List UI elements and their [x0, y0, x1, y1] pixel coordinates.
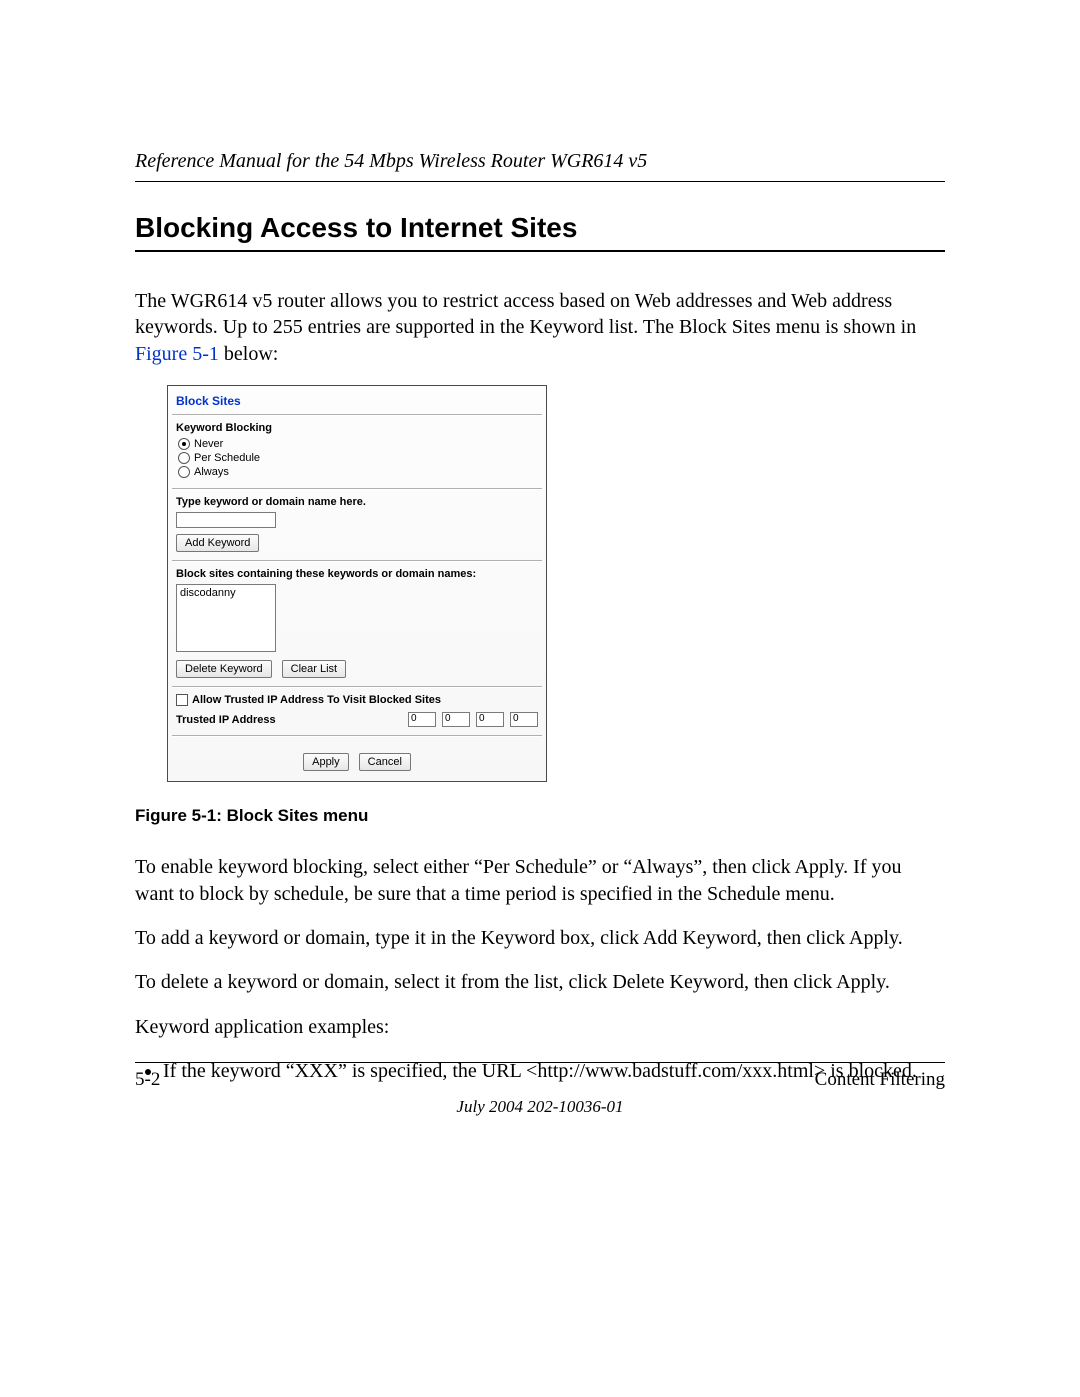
divider	[172, 488, 542, 490]
ip-octet-4[interactable]: 0	[510, 712, 538, 727]
figure-link[interactable]: Figure 5-1	[135, 343, 219, 365]
checkbox-icon	[176, 694, 188, 706]
add-keyword-section: Type keyword or domain name here. Add Ke…	[168, 496, 546, 560]
clear-list-button[interactable]: Clear List	[282, 660, 346, 678]
allow-trusted-label: Allow Trusted IP Address To Visit Blocke…	[192, 694, 441, 706]
intro-text-a: The WGR614 v5 router allows you to restr…	[135, 290, 916, 338]
list-item[interactable]: discodanny	[180, 587, 272, 599]
intro-text-b: below:	[224, 343, 278, 365]
document-page: Reference Manual for the 54 Mbps Wireles…	[0, 0, 1080, 1397]
trusted-ip-section: Allow Trusted IP Address To Visit Blocke…	[168, 694, 546, 735]
radio-label: Always	[194, 466, 229, 478]
running-header: Reference Manual for the 54 Mbps Wireles…	[135, 150, 945, 182]
allow-trusted-row[interactable]: Allow Trusted IP Address To Visit Blocke…	[176, 694, 538, 706]
radio-label: Never	[194, 438, 223, 450]
radio-label: Per Schedule	[194, 452, 260, 464]
block-sites-panel: Block Sites Keyword Blocking Never Per S…	[167, 385, 547, 782]
section-title: Blocking Access to Internet Sites	[135, 212, 945, 252]
trusted-ip-label: Trusted IP Address	[176, 714, 276, 726]
radio-icon	[178, 466, 190, 478]
add-keyword-button[interactable]: Add Keyword	[176, 534, 259, 552]
divider	[172, 686, 542, 688]
figure-container: Block Sites Keyword Blocking Never Per S…	[167, 385, 945, 782]
body-paragraph: To add a keyword or domain, type it in t…	[135, 925, 945, 951]
keyword-blocking-section: Keyword Blocking Never Per Schedule Alwa…	[168, 422, 546, 488]
body-paragraph: Keyword application examples:	[135, 1014, 945, 1040]
type-keyword-label: Type keyword or domain name here.	[176, 496, 538, 508]
divider	[172, 414, 542, 416]
list-label: Block sites containing these keywords or…	[176, 568, 538, 580]
action-button-row: Apply Cancel	[168, 743, 546, 781]
keyword-listbox[interactable]: discodanny	[176, 584, 276, 652]
body-paragraph: To delete a keyword or domain, select it…	[135, 969, 945, 995]
delete-keyword-button[interactable]: Delete Keyword	[176, 660, 272, 678]
page-footer: 5-2 Content Filtering July 2004 202-1003…	[135, 1062, 945, 1117]
keyword-input[interactable]	[176, 512, 276, 528]
cancel-button[interactable]: Cancel	[359, 753, 411, 771]
radio-always[interactable]: Always	[178, 466, 538, 478]
figure-caption: Figure 5-1: Block Sites menu	[135, 806, 945, 826]
ip-octet-3[interactable]: 0	[476, 712, 504, 727]
ip-octet-2[interactable]: 0	[442, 712, 470, 727]
divider	[172, 560, 542, 562]
apply-button[interactable]: Apply	[303, 753, 349, 771]
divider	[172, 735, 542, 737]
radio-icon	[178, 438, 190, 450]
ip-input-group: 0 0 0 0	[408, 712, 538, 727]
radio-icon	[178, 452, 190, 464]
footer-section-name: Content Filtering	[815, 1069, 945, 1091]
panel-title: Block Sites	[168, 386, 546, 414]
radio-per-schedule[interactable]: Per Schedule	[178, 452, 538, 464]
footer-date: July 2004 202-10036-01	[135, 1097, 945, 1117]
body-paragraph: To enable keyword blocking, select eithe…	[135, 854, 945, 907]
ip-octet-1[interactable]: 0	[408, 712, 436, 727]
radio-never[interactable]: Never	[178, 438, 538, 450]
intro-paragraph: The WGR614 v5 router allows you to restr…	[135, 288, 945, 367]
keyword-list-section: Block sites containing these keywords or…	[168, 568, 546, 686]
keyword-blocking-label: Keyword Blocking	[176, 422, 538, 434]
footer-page-number: 5-2	[135, 1069, 160, 1091]
